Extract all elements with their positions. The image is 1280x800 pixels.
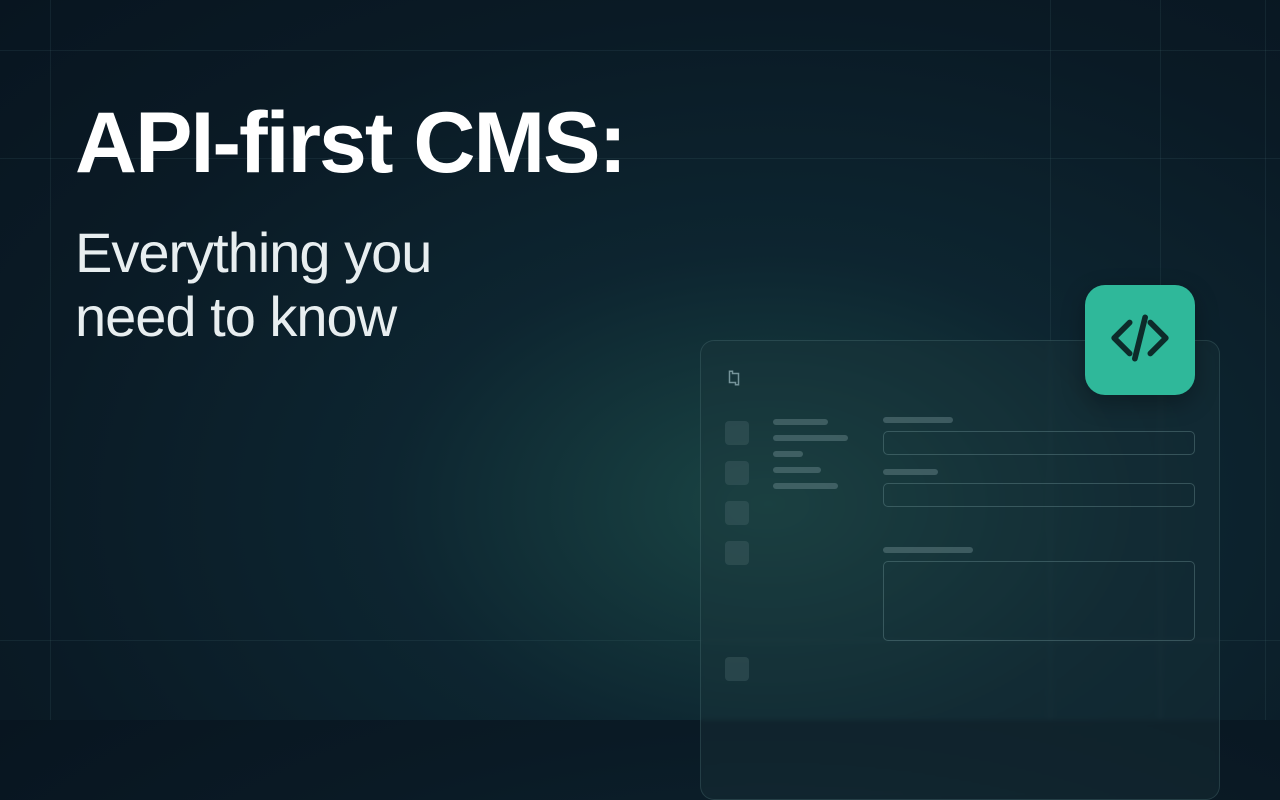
nav-item <box>773 483 838 489</box>
sidebar-item <box>725 541 749 565</box>
sidebar-item <box>725 421 749 445</box>
form-group <box>883 469 1195 507</box>
mockup-sidebar <box>725 417 753 681</box>
sidebar-item <box>725 657 749 681</box>
mockup-nav <box>773 417 863 681</box>
textarea <box>883 561 1195 641</box>
grid-line <box>1265 0 1266 720</box>
text-input <box>883 431 1195 455</box>
grid-line <box>0 50 1280 51</box>
nav-item <box>773 435 848 441</box>
field-label <box>883 417 953 423</box>
text-input <box>883 483 1195 507</box>
sidebar-item <box>725 501 749 525</box>
field-label <box>883 469 938 475</box>
code-badge <box>1085 285 1195 395</box>
code-icon <box>1109 307 1171 374</box>
page-title: API-first CMS: <box>75 100 625 186</box>
nav-item <box>773 451 803 457</box>
field-label <box>883 547 973 553</box>
form-group <box>883 417 1195 455</box>
grid-line <box>50 0 51 720</box>
mockup-body <box>725 417 1195 681</box>
sidebar-item <box>725 461 749 485</box>
logo-icon <box>725 369 743 387</box>
mockup-main <box>883 417 1195 681</box>
nav-item <box>773 419 828 425</box>
page-subtitle: Everything you need to know <box>75 221 625 350</box>
ui-mockup <box>700 340 1220 800</box>
form-group <box>883 547 1195 641</box>
nav-item <box>773 467 821 473</box>
hero-text: API-first CMS: Everything you need to kn… <box>75 100 625 350</box>
